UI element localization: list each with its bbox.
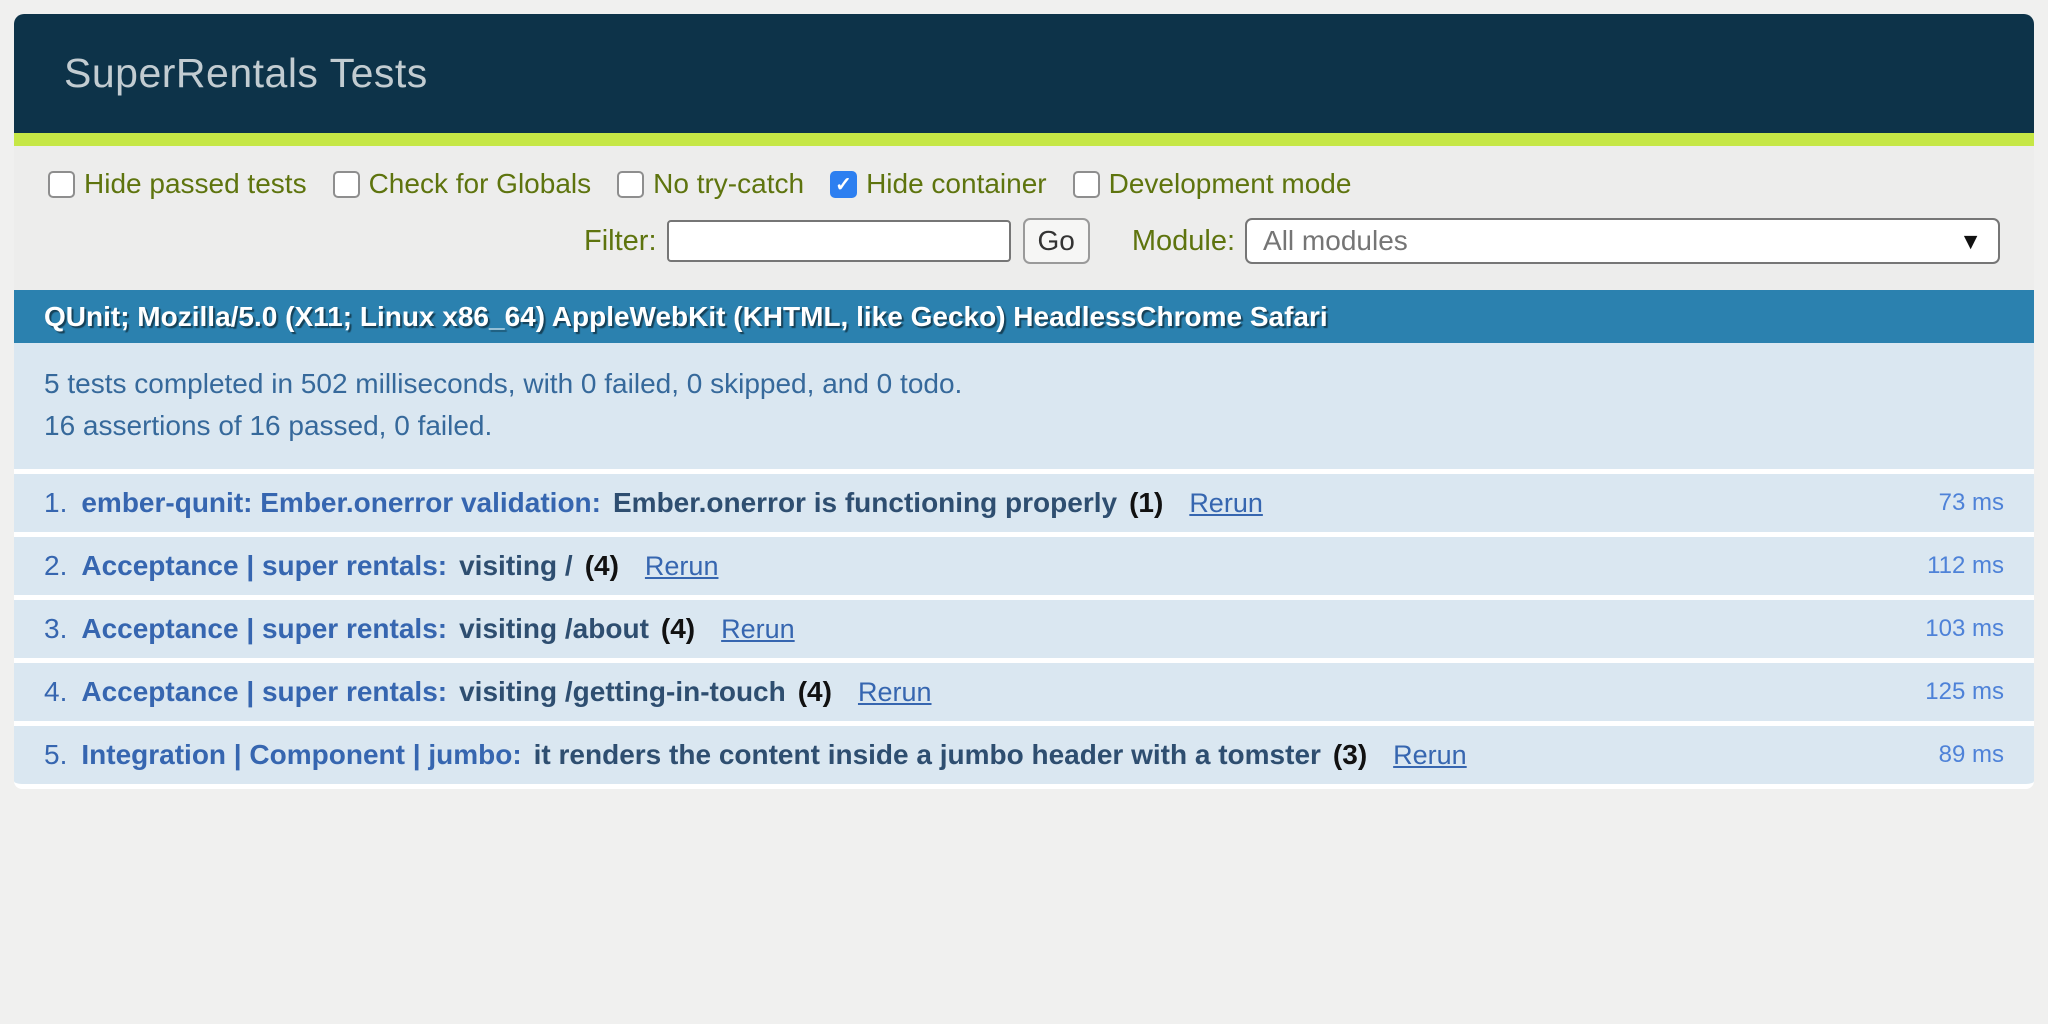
test-row[interactable]: 5. Integration | Component | jumbo: it r… xyxy=(14,726,2034,789)
test-row[interactable]: 1. ember-qunit: Ember.onerror validation… xyxy=(14,474,2034,537)
test-module-name: ember-qunit: Ember.onerror validation: xyxy=(81,487,601,519)
checkbox-row: Hide passed tests Check for Globals No t… xyxy=(48,168,2000,200)
summary-line-2: 16 assertions of 16 passed, 0 failed. xyxy=(44,405,2004,447)
test-number: 2. xyxy=(44,550,67,582)
assertion-count: (4) xyxy=(585,550,619,582)
filter-label: Filter: xyxy=(584,225,657,258)
test-runtime: 73 ms xyxy=(1939,489,2004,517)
summary-line-1: 5 tests completed in 502 milliseconds, w… xyxy=(44,363,2004,405)
test-runtime: 103 ms xyxy=(1925,615,2004,643)
checkbox[interactable] xyxy=(617,171,644,198)
user-agent-text: QUnit; Mozilla/5.0 (X11; Linux x86_64) A… xyxy=(44,301,1328,333)
test-name[interactable]: it renders the content inside a jumbo he… xyxy=(534,739,1321,771)
test-name[interactable]: visiting /about xyxy=(459,613,649,645)
rerun-link[interactable]: Rerun xyxy=(858,677,932,708)
rerun-link[interactable]: Rerun xyxy=(1189,488,1263,519)
checkbox[interactable] xyxy=(1073,171,1100,198)
test-number: 4. xyxy=(44,676,67,708)
test-number: 1. xyxy=(44,487,67,519)
filter-input[interactable] xyxy=(667,220,1011,262)
rerun-link[interactable]: Rerun xyxy=(645,551,719,582)
test-module-name: Acceptance | super rentals: xyxy=(81,613,447,645)
test-module-name: Acceptance | super rentals: xyxy=(81,676,447,708)
test-module-name: Integration | Component | jumbo: xyxy=(81,739,521,771)
checkbox-label: Hide passed tests xyxy=(84,168,307,200)
dropdown-arrow-icon: ▼ xyxy=(1959,228,1982,255)
rerun-link[interactable]: Rerun xyxy=(721,614,795,645)
toolbar-checkbox-item[interactable]: Hide passed tests xyxy=(48,168,307,200)
toolbar-checkbox-item[interactable]: ✓ Hide container xyxy=(830,168,1047,200)
assertion-count: (4) xyxy=(661,613,695,645)
rerun-link[interactable]: Rerun xyxy=(1393,740,1467,771)
test-list: 1. ember-qunit: Ember.onerror validation… xyxy=(14,474,2034,789)
checkbox[interactable] xyxy=(48,171,75,198)
checkbox-label: Development mode xyxy=(1109,168,1352,200)
test-runtime: 125 ms xyxy=(1925,678,2004,706)
checkbox-label: No try-catch xyxy=(653,168,804,200)
test-name[interactable]: visiting /getting-in-touch xyxy=(459,676,786,708)
go-button[interactable]: Go xyxy=(1023,218,1090,264)
assertion-count: (4) xyxy=(798,676,832,708)
test-name[interactable]: visiting / xyxy=(459,550,573,582)
test-summary: 5 tests completed in 502 milliseconds, w… xyxy=(14,343,2034,474)
test-number: 5. xyxy=(44,739,67,771)
toolbar-checkbox-item[interactable]: Check for Globals xyxy=(333,168,592,200)
testrunner-toolbar: Hide passed tests Check for Globals No t… xyxy=(14,146,2034,290)
checkbox-label: Hide container xyxy=(866,168,1047,200)
test-row[interactable]: 3. Acceptance | super rentals: visiting … xyxy=(14,600,2034,663)
module-select[interactable]: All modules ▼ xyxy=(1245,218,2000,264)
test-row[interactable]: 4. Acceptance | super rentals: visiting … xyxy=(14,663,2034,726)
test-row[interactable]: 2. Acceptance | super rentals: visiting … xyxy=(14,537,2034,600)
test-runtime: 89 ms xyxy=(1939,741,2004,769)
header: SuperRentals Tests xyxy=(14,14,2034,133)
test-runtime: 112 ms xyxy=(1927,552,2004,580)
test-number: 3. xyxy=(44,613,67,645)
pass-status-banner xyxy=(14,133,2034,146)
checkbox[interactable]: ✓ xyxy=(830,171,857,198)
user-agent-banner: QUnit; Mozilla/5.0 (X11; Linux x86_64) A… xyxy=(14,290,2034,343)
assertion-count: (3) xyxy=(1333,739,1367,771)
toolbar-checkbox-item[interactable]: No try-catch xyxy=(617,168,804,200)
test-module-name: Acceptance | super rentals: xyxy=(81,550,447,582)
filter-row: Filter: Go Module: All modules ▼ xyxy=(48,218,2000,264)
qunit-container: SuperRentals Tests Hide passed tests Che… xyxy=(14,14,2034,789)
checkbox-label: Check for Globals xyxy=(369,168,592,200)
checkbox[interactable] xyxy=(333,171,360,198)
assertion-count: (1) xyxy=(1129,487,1163,519)
test-name[interactable]: Ember.onerror is functioning properly xyxy=(613,487,1117,519)
module-select-value: All modules xyxy=(1263,225,1408,257)
module-label: Module: xyxy=(1132,225,1235,258)
page-title: SuperRentals Tests xyxy=(64,50,428,97)
toolbar-checkbox-item[interactable]: Development mode xyxy=(1073,168,1352,200)
